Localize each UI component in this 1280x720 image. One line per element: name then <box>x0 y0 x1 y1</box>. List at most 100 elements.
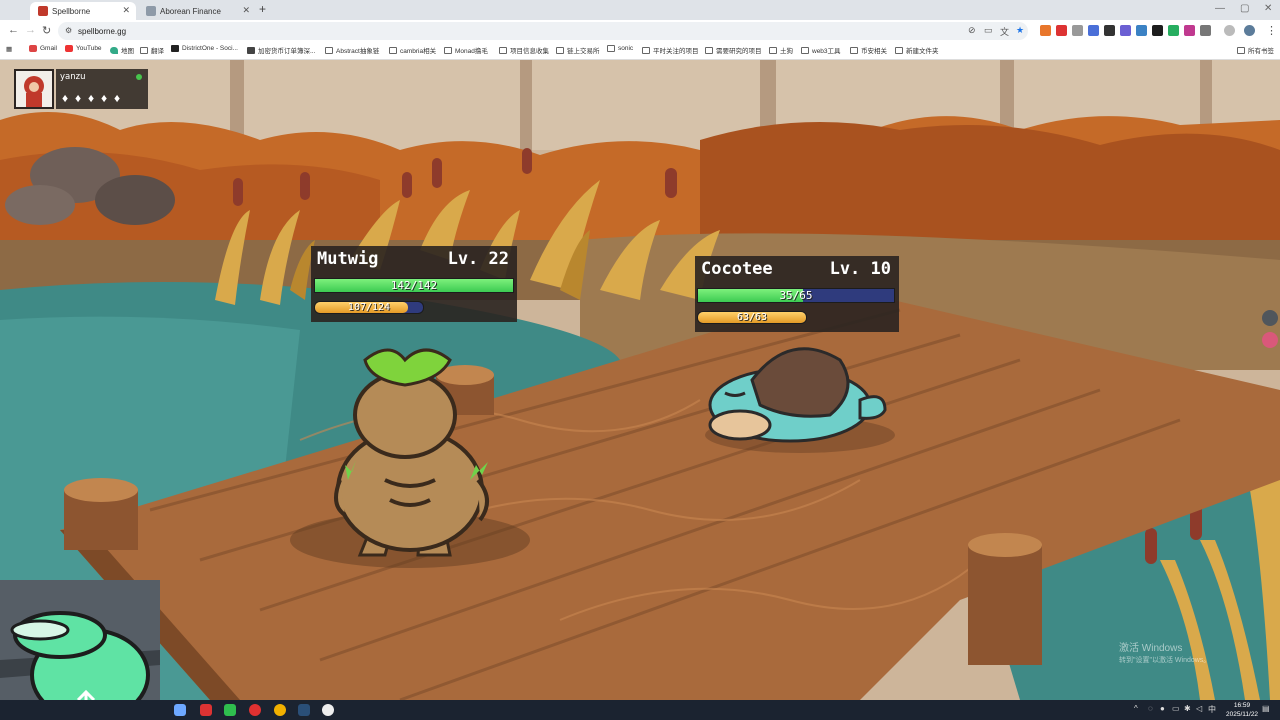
bookmark-districtone[interactable]: DistrictOne - Soci... <box>171 45 238 52</box>
microphone-icon[interactable]: ● <box>1160 704 1165 713</box>
github-app-icon[interactable] <box>322 704 334 716</box>
party-slot-icon[interactable]: ♦ <box>60 91 70 105</box>
tray-expand-icon[interactable]: ^ <box>1134 704 1138 713</box>
bookmark-folder[interactable]: Monad撸毛 <box>444 45 488 55</box>
bookmark-youtube[interactable]: YouTube <box>65 45 102 52</box>
bookmark-translate[interactable]: 翻译 <box>140 45 164 55</box>
extension-icon[interactable] <box>1184 25 1195 36</box>
bookmark-folder[interactable]: sonic <box>607 45 633 52</box>
bookmark-folder[interactable]: 平时关注的项目 <box>642 45 699 55</box>
camera-off-icon[interactable]: ⊘ <box>968 25 976 36</box>
network-icon[interactable]: ▭ <box>1172 704 1180 713</box>
folder-icon <box>556 46 564 54</box>
tab-spellborne[interactable]: Spellborne ✕ <box>30 2 136 20</box>
notification-icon[interactable]: ▤ <box>1262 704 1270 713</box>
extension-icon[interactable] <box>1168 25 1179 36</box>
districtone-icon <box>171 45 179 52</box>
party-slot-icon[interactable]: ♦ <box>86 91 96 105</box>
party-slot-icon[interactable]: ♦ <box>73 91 83 105</box>
extension-icon[interactable] <box>1088 25 1099 36</box>
chrome-app-icon[interactable] <box>274 704 286 716</box>
steam-app-icon[interactable] <box>298 704 310 716</box>
green-mascot-icon <box>0 580 160 700</box>
bookmark-label: 地图 <box>121 48 134 55</box>
new-tab-button[interactable]: + <box>259 2 266 16</box>
extension-icon[interactable] <box>1152 25 1163 36</box>
party-slot-icon[interactable]: ♦ <box>112 91 122 105</box>
game-viewport[interactable]: yanzu ♦ ♦ ♦ ♦ ♦ Mutwig Lv. 22 142/142 10… <box>0 60 1280 700</box>
player-avatar[interactable] <box>14 69 54 109</box>
bookmark-folder[interactable]: 土狗 <box>769 45 793 55</box>
close-tab-icon[interactable]: ✕ <box>122 5 130 16</box>
bookmark-gmail[interactable]: Gmail <box>29 45 57 52</box>
bluetooth-icon[interactable]: ✱ <box>1184 704 1191 713</box>
close-window-icon[interactable]: ✕ <box>1264 3 1272 14</box>
bookmark-orderbook[interactable]: 加密货币订单簿深... <box>247 45 315 55</box>
ime-indicator[interactable]: 中 <box>1208 704 1216 715</box>
start-icon[interactable] <box>174 704 186 716</box>
folder-icon <box>769 46 777 54</box>
ally-hp-bar: 142/142 <box>314 278 514 293</box>
bookmark-label: cambria相关 <box>400 48 437 55</box>
extension-icon[interactable] <box>1120 25 1131 36</box>
party-slot-icon[interactable]: ♦ <box>99 91 109 105</box>
folder-icon <box>499 46 507 54</box>
extension-icon[interactable] <box>1056 25 1067 36</box>
battle-scene-background <box>0 60 1280 700</box>
folder-icon <box>140 46 148 54</box>
bookmark-folder[interactable]: 新建文件夹 <box>895 45 939 55</box>
side-translate-icon[interactable] <box>1262 332 1278 348</box>
bookmark-folder[interactable]: web3工具 <box>801 45 841 55</box>
folder-icon <box>642 46 650 54</box>
wechat-app-icon[interactable] <box>224 704 236 716</box>
forward-icon[interactable]: → <box>25 24 36 36</box>
bookmark-label: DistrictOne - Soci... <box>182 45 238 52</box>
tab-search-icon[interactable] <box>1224 25 1235 36</box>
extension-icon[interactable] <box>1104 25 1115 36</box>
menu-kebab-icon[interactable]: ⋮ <box>1266 24 1277 37</box>
maximize-icon[interactable]: ▢ <box>1240 3 1249 14</box>
side-chat-icon[interactable] <box>1262 310 1278 326</box>
browser-tab-bar: Spellborne ✕ Aborean Finance ✕ + — ▢ ✕ <box>0 0 1280 20</box>
taskbar-clock[interactable]: 16:59 2025/11/22 <box>1226 701 1258 719</box>
metamask-extension-icon[interactable] <box>1040 25 1051 36</box>
enemy-status-panel: Cocotee Lv. 10 35/65 63/63 <box>695 256 899 332</box>
tray-app-icon[interactable]: ◌ <box>1148 704 1153 713</box>
close-tab-icon[interactable]: ✕ <box>242 5 250 16</box>
reload-icon[interactable]: ↻ <box>42 24 51 37</box>
tab-aborean-finance[interactable]: Aborean Finance ✕ <box>138 2 256 20</box>
volume-icon[interactable]: ◁ <box>1196 704 1202 713</box>
bookmark-label: Abstract抽象链 <box>336 48 380 55</box>
bookmark-folder[interactable]: Abstract抽象链 <box>325 45 379 55</box>
bookmark-folder[interactable]: 链上交易所 <box>556 45 600 55</box>
bookmark-folder[interactable]: 项目信息收集 <box>499 45 549 55</box>
translate-icon[interactable]: 文 <box>1000 25 1009 38</box>
bookmark-folder[interactable]: 需要研究的项目 <box>705 45 762 55</box>
extension-icon[interactable] <box>1072 25 1083 36</box>
bookmarks-bar: ▦ Gmail YouTube 地图 翻译 DistrictOne - Soci… <box>0 42 1280 60</box>
all-bookmarks[interactable]: 所有书签 <box>1237 45 1274 55</box>
bookmark-label: 需要研究的项目 <box>716 48 762 55</box>
minimize-icon[interactable]: — <box>1215 3 1225 14</box>
extensions-puzzle-icon[interactable] <box>1200 25 1211 36</box>
site-info-icon[interactable]: ⚙ <box>65 26 72 35</box>
bookmark-star-icon[interactable]: ★ <box>1016 25 1024 36</box>
enemy-hp-text: 35/65 <box>779 289 813 302</box>
apps-grid-icon[interactable]: ▦ <box>6 45 12 53</box>
back-icon[interactable]: ← <box>8 24 19 36</box>
player-panel: yanzu ♦ ♦ ♦ ♦ ♦ <box>56 69 148 109</box>
wps-app-icon[interactable] <box>200 704 212 716</box>
install-app-icon[interactable]: ▭ <box>984 25 993 36</box>
bookmark-folder[interactable]: 币安相关 <box>850 45 887 55</box>
bookmark-label: 加密货币订单簿深... <box>258 48 316 55</box>
extension-icon[interactable] <box>1136 25 1147 36</box>
ally-name: Mutwig <box>317 249 379 269</box>
ally-level: Lv. 22 <box>447 249 509 269</box>
online-status-icon <box>136 74 142 80</box>
bookmark-folder[interactable]: cambria相关 <box>389 45 436 55</box>
address-bar[interactable]: ⚙ spellborne.gg ⊘ ▭ 文 ★ <box>58 22 1028 40</box>
bookmark-maps[interactable]: 地图 <box>110 45 134 55</box>
profile-avatar-icon[interactable] <box>1244 25 1255 36</box>
floating-overlay-widget[interactable] <box>0 580 160 700</box>
netease-music-app-icon[interactable] <box>249 704 261 716</box>
